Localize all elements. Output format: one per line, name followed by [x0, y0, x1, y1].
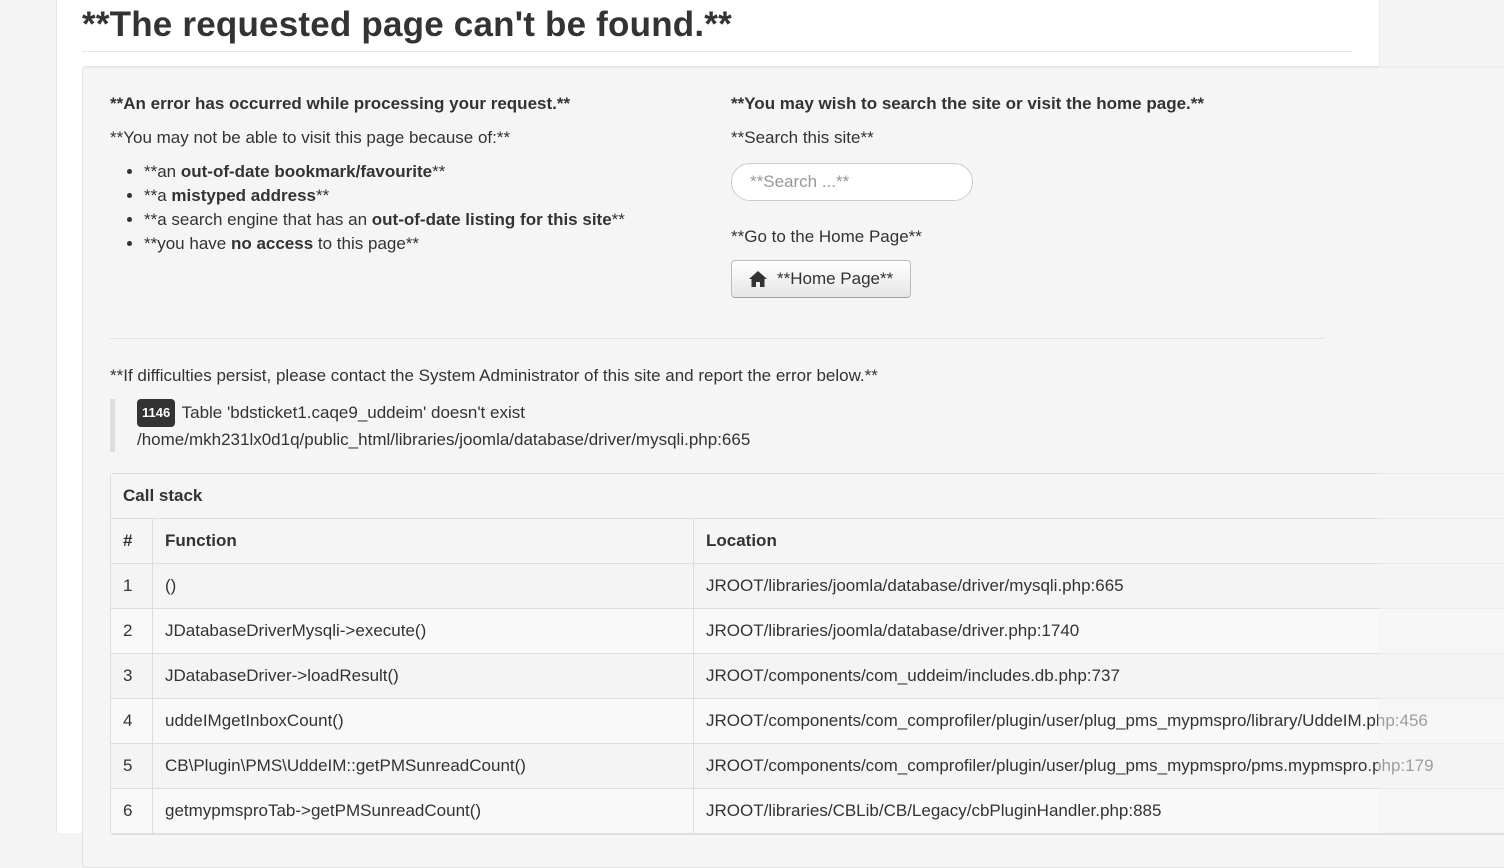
row-location: JROOT/libraries/joomla/database/driver/m…	[694, 564, 1504, 609]
reason-item: **a search engine that has an out-of-dat…	[144, 208, 700, 232]
row-number: 2	[111, 609, 153, 654]
home-page-label: **Go to the Home Page**	[731, 227, 922, 246]
search-heading: **You may wish to search the site or vis…	[731, 94, 1204, 113]
row-function: JDatabaseDriverMysqli->execute()	[153, 609, 694, 654]
row-function: uddeIMgetInboxCount()	[153, 699, 694, 744]
home-icon	[749, 271, 767, 287]
row-number: 5	[111, 744, 153, 789]
search-label: **Search this site**	[731, 128, 874, 147]
call-stack-caption: Call stack	[111, 474, 1504, 519]
table-row: 6 getmypmsproTab->getPMSunreadCount() JR…	[111, 789, 1504, 834]
table-row: 1 () JROOT/libraries/joomla/database/dri…	[111, 564, 1504, 609]
home-page-button-label: **Home Page**	[777, 269, 894, 288]
home-page-button[interactable]: **Home Page**	[731, 260, 912, 298]
error-info-column: **An error has occurred while processing…	[110, 94, 700, 256]
title-divider	[82, 51, 1352, 52]
contact-admin-text: **If difficulties persist, please contac…	[110, 366, 878, 385]
call-stack-header-row: # Function Location	[111, 519, 1504, 564]
error-well: **An error has occurred while processing…	[82, 66, 1504, 868]
section-divider	[110, 338, 1324, 339]
table-row: 5 CB\Plugin\PMS\UddeIM::getPMSunreadCoun…	[111, 744, 1504, 789]
reason-item: **an out-of-date bookmark/favourite**	[144, 160, 700, 184]
row-number: 1	[111, 564, 153, 609]
error-message-block: 1146 Table 'bdsticket1.caqe9_uddeim' doe…	[110, 399, 750, 452]
column-header-location: Location	[694, 519, 1504, 564]
reason-item: **you have no access to this page**	[144, 232, 700, 256]
row-location: JROOT/libraries/joomla/database/driver.p…	[694, 609, 1504, 654]
table-row: 2 JDatabaseDriverMysqli->execute() JROOT…	[111, 609, 1504, 654]
row-function: getmypmsproTab->getPMSunreadCount()	[153, 789, 694, 834]
error-code-badge: 1146	[137, 399, 176, 427]
table-row: 3 JDatabaseDriver->loadResult() JROOT/co…	[111, 654, 1504, 699]
row-location: JROOT/libraries/CBLib/CB/Legacy/cbPlugin…	[694, 789, 1504, 834]
table-row: 4 uddeIMgetInboxCount() JROOT/components…	[111, 699, 1504, 744]
page-container: **The requested page can't be found.** *…	[56, 0, 1504, 868]
row-location: JROOT/components/com_comprofiler/plugin/…	[694, 744, 1504, 789]
error-heading: **An error has occurred while processing…	[110, 94, 571, 113]
reasons-list: **an out-of-date bookmark/favourite** **…	[110, 160, 700, 256]
row-function: CB\Plugin\PMS\UddeIM::getPMSunreadCount(…	[153, 744, 694, 789]
search-input[interactable]	[731, 163, 973, 201]
row-function: ()	[153, 564, 694, 609]
row-location: JROOT/components/com_uddeim/includes.db.…	[694, 654, 1504, 699]
error-message: Table 'bdsticket1.caqe9_uddeim' doesn't …	[181, 403, 525, 422]
search-column: **You may wish to search the site or vis…	[731, 94, 1291, 298]
page-title: **The requested page can't be found.**	[82, 5, 732, 44]
row-function: JDatabaseDriver->loadResult()	[153, 654, 694, 699]
error-path: /home/mkh231lx0d1q/public_html/libraries…	[137, 430, 751, 449]
row-number: 3	[111, 654, 153, 699]
column-header-number: #	[111, 519, 153, 564]
column-header-function: Function	[153, 519, 694, 564]
row-number: 6	[111, 789, 153, 834]
error-intro: **You may not be able to visit this page…	[110, 128, 511, 147]
call-stack-table: Call stack # Function Location 1 () JROO…	[110, 473, 1504, 835]
row-number: 4	[111, 699, 153, 744]
row-location: JROOT/components/com_comprofiler/plugin/…	[694, 699, 1504, 744]
reason-item: **a mistyped address**	[144, 184, 700, 208]
